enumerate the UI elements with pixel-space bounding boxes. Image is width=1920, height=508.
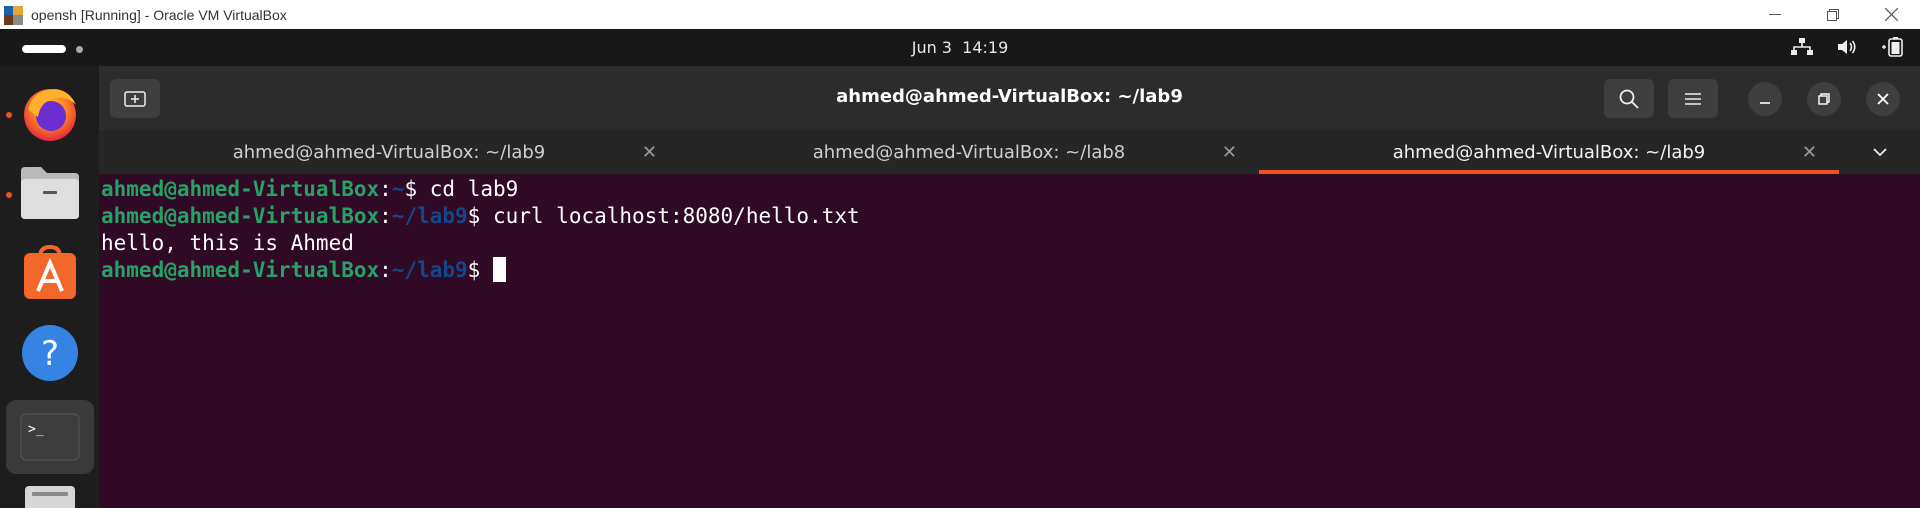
- workspace-indicator-active: [22, 45, 66, 53]
- hamburger-menu-icon: [1685, 92, 1701, 105]
- search-icon: [1619, 89, 1639, 109]
- tab-lab9-active[interactable]: ahmed@ahmed-VirtualBox: ~/lab9 ✕: [1259, 130, 1839, 174]
- new-tab-button[interactable]: [110, 79, 160, 118]
- terminal-output[interactable]: ahmed@ahmed-VirtualBox:~$ cd lab9 ahmed@a…: [99, 174, 1920, 508]
- clock-date: Jun 3: [911, 38, 952, 57]
- dock-item-disk[interactable]: [6, 480, 94, 508]
- terminal-line: ahmed@ahmed-VirtualBox:~$ cd lab9: [101, 177, 519, 201]
- host-window-title: opensh [Running] - Oracle VM VirtualBox: [31, 6, 287, 23]
- svg-text:>_: >_: [28, 422, 44, 437]
- disk-icon: [25, 486, 75, 508]
- terminal-line: ahmed@ahmed-VirtualBox:~/lab9$ curl loca…: [101, 204, 860, 228]
- ubuntu-topbar: Jun 3 14:19: [0, 29, 1920, 66]
- files-icon: [21, 167, 79, 219]
- clock-time: 14:19: [962, 38, 1009, 57]
- close-icon: [1884, 8, 1898, 21]
- dock-item-terminal[interactable]: >_: [6, 400, 94, 474]
- svg-text:?: ?: [41, 334, 59, 374]
- restore-icon: [1827, 8, 1839, 21]
- host-minimize-button[interactable]: [1746, 0, 1804, 29]
- tab-lab9-first[interactable]: ahmed@ahmed-VirtualBox: ~/lab9 ✕: [99, 130, 679, 174]
- help-icon: ?: [22, 325, 78, 381]
- terminal-icon: >_: [20, 413, 80, 461]
- software-icon: [24, 245, 76, 299]
- minimize-icon: [1760, 102, 1770, 104]
- dock-item-ubuntu-software[interactable]: [6, 236, 94, 310]
- tab-label: ahmed@ahmed-VirtualBox: ~/lab9: [1392, 141, 1706, 163]
- tab-label: ahmed@ahmed-VirtualBox: ~/lab9: [232, 141, 546, 163]
- host-restore-button[interactable]: [1804, 0, 1862, 29]
- dock-item-help[interactable]: ?: [6, 316, 94, 390]
- volume-icon: [1838, 40, 1856, 54]
- firefox-icon: [24, 89, 76, 141]
- terminal-headerbar: ahmed@ahmed-VirtualBox: ~/lab9: [99, 66, 1920, 130]
- dock: ? >_: [0, 66, 99, 508]
- dock-item-files[interactable]: [6, 156, 94, 230]
- chevron-down-icon: [1872, 148, 1887, 157]
- system-tray[interactable]: [1790, 37, 1906, 57]
- minimize-icon: [1769, 13, 1781, 15]
- terminal-line: hello, this is Ahmed: [101, 231, 354, 255]
- network-icon: [1791, 38, 1813, 55]
- search-button[interactable]: [1604, 79, 1654, 118]
- tab-lab8[interactable]: ahmed@ahmed-VirtualBox: ~/lab8 ✕: [679, 130, 1259, 174]
- tab-close-icon[interactable]: ✕: [642, 142, 657, 163]
- text-cursor: [492, 257, 506, 282]
- window-maximize-button[interactable]: [1807, 82, 1841, 116]
- battery-icon: [1882, 37, 1903, 57]
- dock-item-firefox[interactable]: [6, 76, 94, 150]
- new-tab-icon: [124, 90, 146, 107]
- close-icon: [1877, 93, 1889, 105]
- virtualbox-icon: [4, 5, 26, 25]
- terminal-window: ahmed@ahmed-VirtualBox: ~/lab9 ahmed@ahm…: [99, 66, 1920, 508]
- tab-close-icon[interactable]: ✕: [1802, 142, 1817, 163]
- clock[interactable]: Jun 3 14:19: [0, 38, 1920, 57]
- window-close-button[interactable]: [1866, 82, 1900, 116]
- window-minimize-button[interactable]: [1748, 82, 1782, 116]
- tab-label: ahmed@ahmed-VirtualBox: ~/lab8: [812, 141, 1126, 163]
- activities-button[interactable]: [22, 45, 83, 53]
- tab-close-icon[interactable]: ✕: [1222, 142, 1237, 163]
- host-titlebar: opensh [Running] - Oracle VM VirtualBox: [0, 0, 1920, 29]
- tab-list-dropdown[interactable]: [1839, 130, 1920, 174]
- terminal-line: ahmed@ahmed-VirtualBox:~/lab9$: [101, 257, 1920, 284]
- menu-button[interactable]: [1668, 79, 1718, 118]
- restore-icon: [1818, 93, 1830, 105]
- tab-bar: ahmed@ahmed-VirtualBox: ~/lab9 ✕ ahmed@a…: [99, 130, 1920, 174]
- workspace-indicator: [76, 45, 83, 53]
- host-close-button[interactable]: [1862, 0, 1920, 29]
